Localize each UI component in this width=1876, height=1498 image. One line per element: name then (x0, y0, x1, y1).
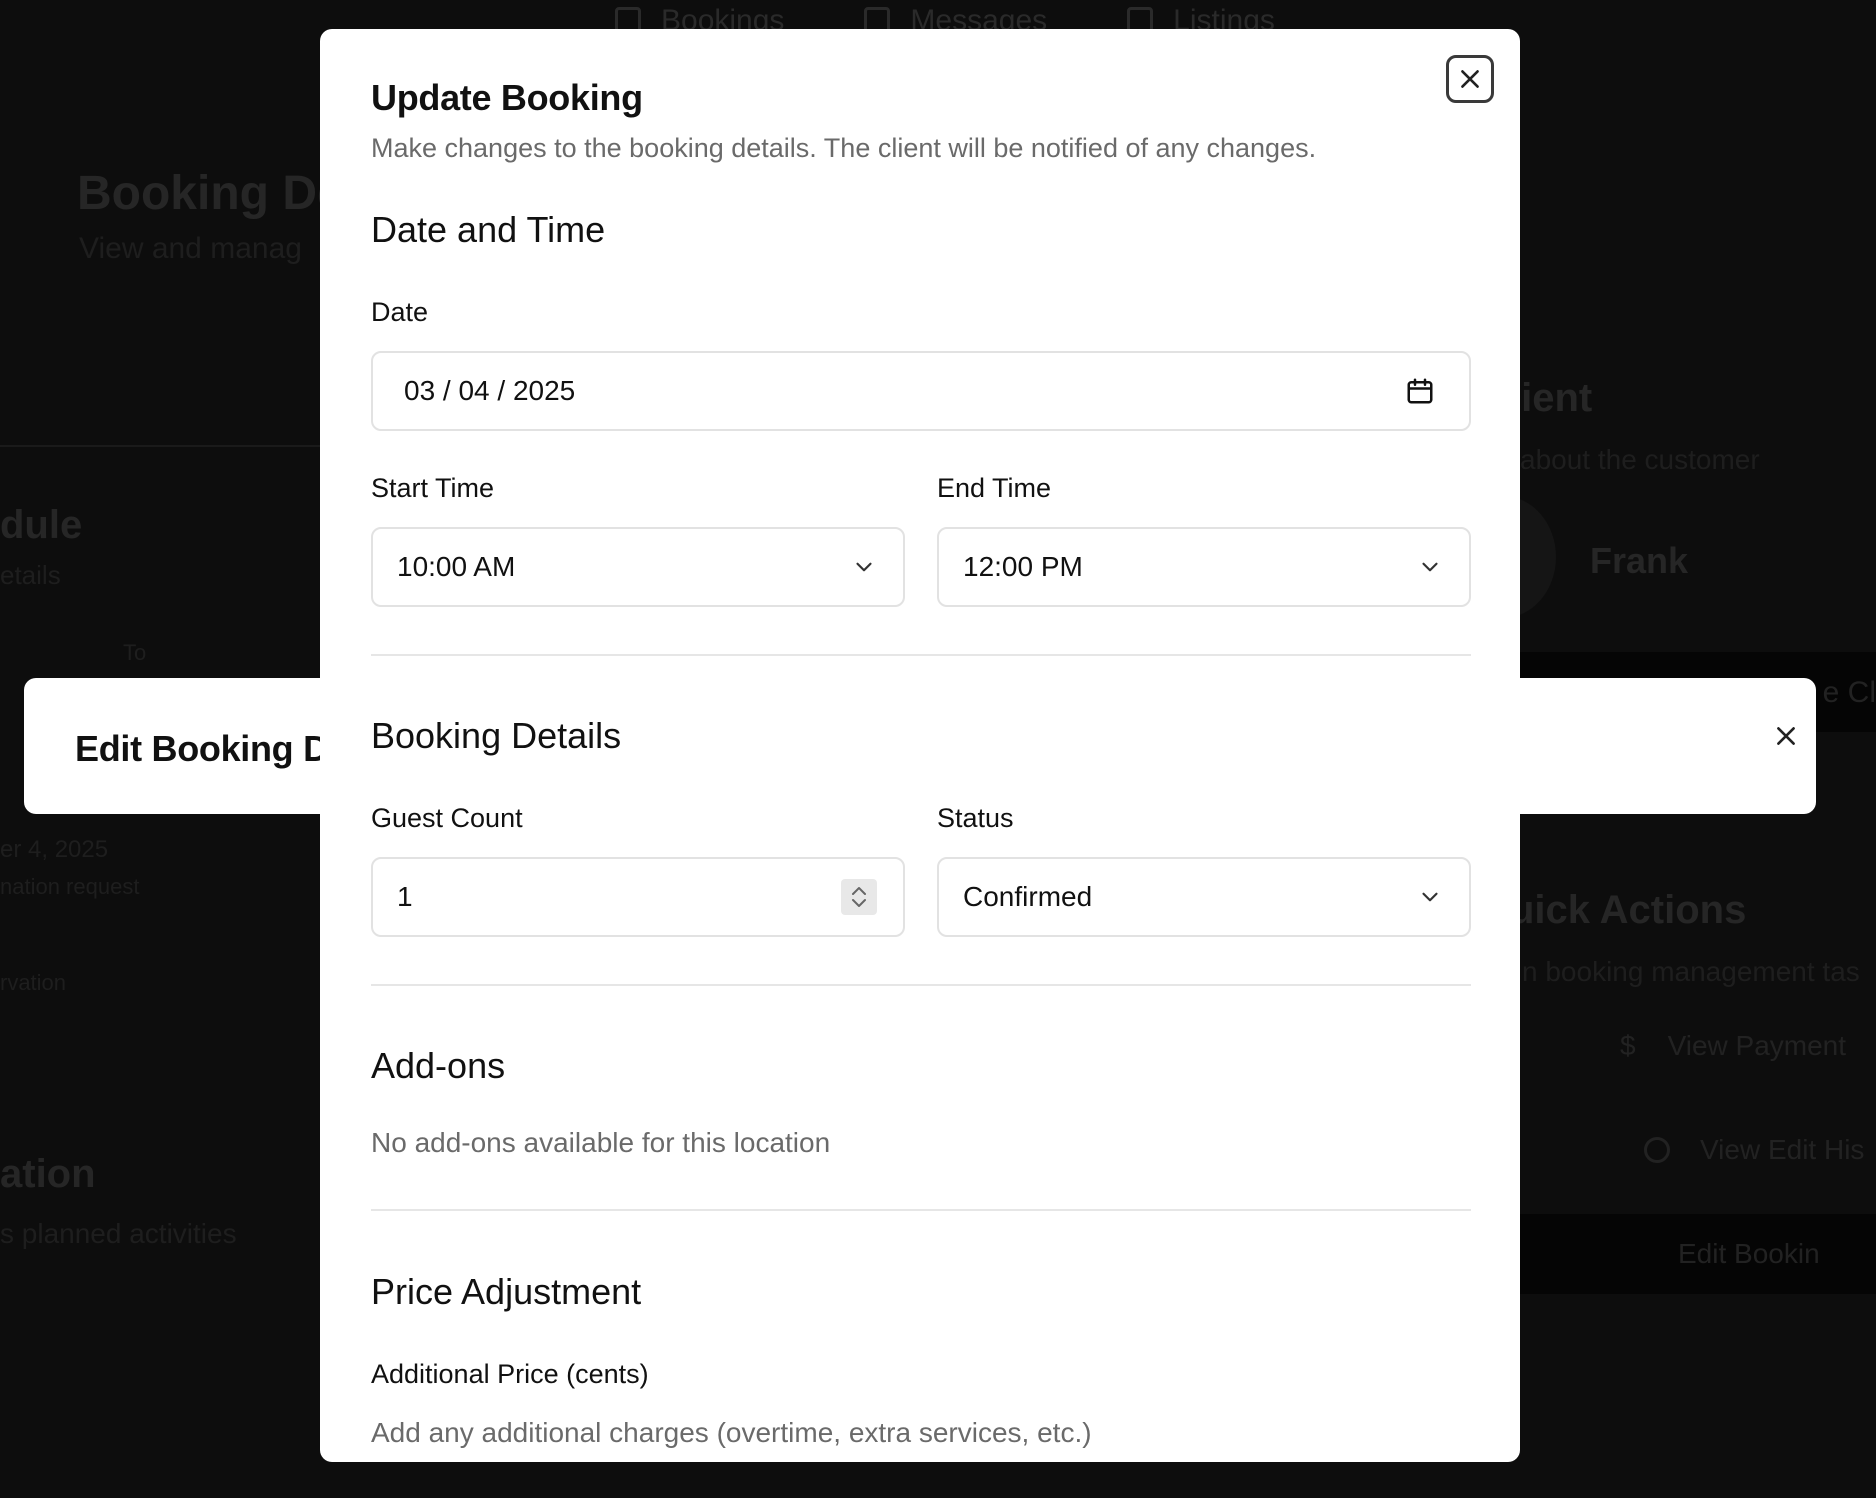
addons-empty-text: No add-ons available for this location (371, 1127, 831, 1158)
page-title: Booking De (77, 167, 344, 220)
client-name: Frank (1590, 540, 1689, 581)
date-label: Date (371, 297, 429, 327)
booking-date-subtext: nation request (0, 874, 140, 899)
additional-price-label: Additional Price (cents) (371, 1359, 649, 1389)
close-icon[interactable] (1446, 55, 1494, 103)
view-payment-label: View Payment (1667, 1030, 1847, 1061)
status-value: Confirmed (963, 881, 1093, 912)
edit-booking-label: Edit Bookin (1678, 1238, 1820, 1269)
chevron-down-icon (1417, 884, 1443, 910)
chevron-down-icon (1417, 554, 1443, 580)
start-time-select[interactable]: 10:00 AM (371, 527, 905, 607)
close-icon[interactable] (1764, 714, 1808, 758)
guest-count-value: 1 (397, 881, 413, 912)
additional-price-help: Add any additional charges (overtime, ex… (371, 1417, 1092, 1448)
status-label: Status (937, 803, 1014, 833)
edit-booking-dialog-title: Edit Booking De (75, 728, 349, 769)
divider (0, 445, 330, 447)
calendar-icon[interactable] (1405, 376, 1435, 406)
date-time-heading: Date and Time (371, 209, 606, 250)
guest-count-input[interactable]: 1 (371, 857, 905, 937)
schedule-card-title: dule (0, 503, 83, 547)
end-time-select[interactable]: 12:00 PM (937, 527, 1471, 607)
quick-actions-title: uick Actions (1510, 888, 1747, 932)
end-time-label: End Time (937, 473, 1052, 503)
client-card-subtitle: about the customer (1520, 444, 1760, 475)
price-adjustment-heading: Price Adjustment (371, 1271, 642, 1312)
contact-client-label: e Cl (1822, 676, 1876, 709)
section-divider (371, 654, 1471, 656)
booking-date-text: er 4, 2025 (0, 836, 109, 863)
view-payment-button[interactable]: $ View Payment (1620, 1030, 1846, 1062)
end-time-value: 12:00 PM (963, 551, 1083, 582)
dollar-icon: $ (1620, 1030, 1636, 1061)
clock-icon (1644, 1137, 1670, 1163)
section-divider (371, 1209, 1471, 1211)
addons-heading: Add-ons (371, 1045, 506, 1086)
location-card-title: ation (0, 1152, 96, 1196)
guest-count-label: Guest Count (371, 803, 523, 833)
reservation-text: rvation (0, 970, 67, 995)
quick-actions-subtitle: n booking management tas (1522, 956, 1860, 987)
page-subtitle: View and manag (79, 232, 302, 265)
view-edit-history-button[interactable]: View Edit His (1644, 1134, 1864, 1166)
stepper-icon[interactable] (841, 879, 877, 915)
section-divider (371, 984, 1471, 986)
start-time-value: 10:00 AM (397, 551, 516, 582)
chevron-down-icon (851, 554, 877, 580)
client-card-title: lient (1510, 376, 1593, 420)
status-select[interactable]: Confirmed (937, 857, 1471, 937)
start-time-label: Start Time (371, 473, 495, 503)
booking-details-heading: Booking Details (371, 715, 622, 756)
edit-booking-button[interactable]: Edit Bookin (1518, 1214, 1876, 1294)
date-value: 03 / 04 / 2025 (404, 375, 576, 406)
update-booking-modal: Update Booking Make changes to the booki… (320, 29, 1520, 1462)
modal-title: Update Booking (371, 77, 643, 118)
to-label: To (123, 640, 147, 665)
schedule-card-subtitle: etails (0, 560, 61, 590)
view-edit-history-label: View Edit His (1700, 1134, 1865, 1165)
date-input[interactable]: 03 / 04 / 2025 (371, 351, 1471, 431)
location-card-subtitle: s planned activities (0, 1218, 237, 1249)
modal-description: Make changes to the booking details. The… (371, 133, 1317, 163)
